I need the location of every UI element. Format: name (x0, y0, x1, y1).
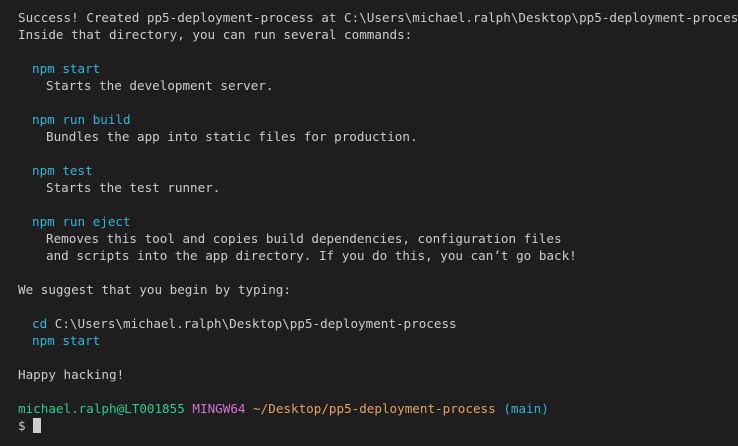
suggest-cd-command: cd (32, 316, 48, 331)
prompt-input-line[interactable]: $ (18, 417, 738, 434)
command-npm-run-eject: npm run eject (32, 214, 131, 229)
text-cursor[interactable] (32, 418, 41, 433)
prompt-cwd: ~/Desktop/pp5-deployment-process (253, 401, 496, 416)
suggest-cd-path: C:\Users\michael.ralph\Desktop\pp5-deplo… (54, 316, 457, 331)
command-npm-test: npm test (32, 163, 93, 178)
prompt-env: MINGW64 (192, 401, 246, 416)
happy-hacking-message: Happy hacking! (18, 367, 125, 382)
suggest-npm-start: npm start (32, 333, 101, 348)
prompt-user-host: michael.ralph@LT001855 (18, 401, 185, 416)
terminal-window[interactable]: Success! Created pp5-deployment-process … (0, 0, 738, 446)
prompt-header: michael.ralph@LT001855 MINGW64 ~/Desktop… (18, 400, 738, 417)
command-description: and scripts into the app directory. If y… (46, 248, 577, 263)
command-npm-start: npm start (32, 61, 101, 76)
success-message: Success! Created pp5-deployment-process … (18, 10, 738, 25)
command-npm-run-build: npm run build (32, 112, 131, 127)
suggest-cd-line: cd C:\Users\michael.ralph\Desktop\pp5-de… (18, 315, 738, 332)
command-description: Starts the development server. (46, 78, 274, 93)
inside-directory-message: Inside that directory, you can run sever… (18, 27, 413, 42)
command-description: Bundles the app into static files for pr… (46, 129, 418, 144)
command-description: Starts the test runner. (46, 180, 221, 195)
command-description: Removes this tool and copies build depen… (46, 231, 562, 246)
suggest-message: We suggest that you begin by typing: (18, 282, 291, 297)
prompt-symbol: $ (18, 418, 26, 433)
prompt-branch: (main) (503, 401, 549, 416)
